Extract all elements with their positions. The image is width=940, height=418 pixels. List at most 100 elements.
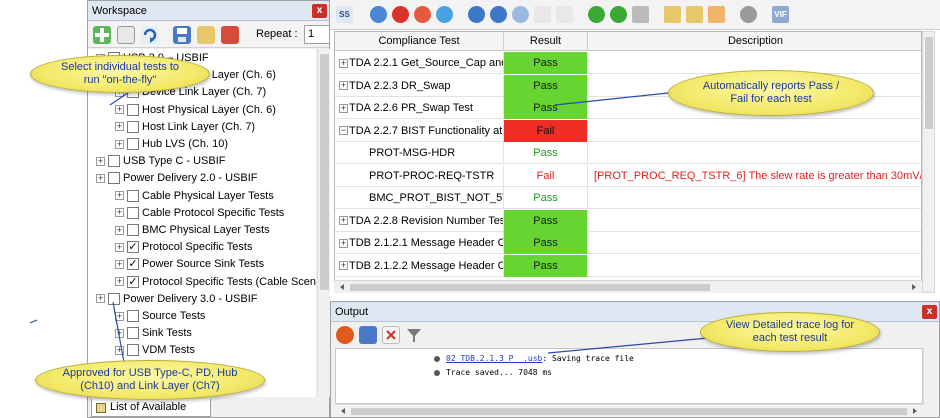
tree-checkbox[interactable] [127, 327, 139, 340]
trace-file-link[interactable]: 02_TDB.2.1.3_P__.usb [446, 354, 542, 363]
record-icon[interactable] [414, 6, 431, 23]
table-row[interactable]: + TDB 2.1.2.2 Message Header Ch Pass [335, 254, 921, 277]
grid-hscrollbar[interactable] [334, 280, 922, 293]
doc-icon[interactable] [686, 6, 703, 23]
expand-icon[interactable]: + [339, 238, 348, 248]
tree-scrollbar-thumb[interactable] [320, 54, 329, 290]
table-row[interactable]: PROT-MSG-HDR Pass [335, 142, 921, 164]
vif-icon[interactable]: VIF [772, 6, 789, 23]
expand-icon[interactable]: + [115, 225, 124, 235]
grid-scrollbar-thumb[interactable] [925, 37, 933, 129]
refresh-icon[interactable] [141, 26, 159, 44]
expand-icon[interactable]: + [115, 105, 124, 115]
tree-checkbox[interactable] [127, 206, 139, 219]
output-hscrollbar[interactable] [335, 404, 923, 417]
expand-icon[interactable]: + [115, 277, 124, 287]
funnel-icon[interactable] [632, 6, 649, 23]
xml-icon[interactable] [708, 6, 725, 23]
stop-icon[interactable] [392, 6, 409, 23]
clear-icon[interactable] [382, 326, 400, 344]
tree-item[interactable]: + ✓ Protocol Specific Tests (Cable Scena [115, 274, 316, 291]
table-row[interactable]: + TDA 2.2.8 Revision Number Tes Pass [335, 209, 921, 232]
expand-icon[interactable]: + [115, 242, 124, 252]
tree-checkbox[interactable] [127, 224, 139, 237]
tree-item[interactable]: + Sink Tests [115, 325, 192, 342]
pause-icon[interactable] [436, 6, 453, 23]
tree-scrollbar[interactable] [317, 49, 330, 397]
scan-icon[interactable] [490, 6, 507, 23]
save-icon[interactable] [359, 326, 377, 344]
tree-checkbox[interactable] [127, 103, 139, 116]
filter-icon[interactable] [405, 326, 423, 344]
tree-item[interactable]: + Power Delivery 2.0 - USBIF [96, 170, 257, 187]
expand-icon[interactable]: + [115, 191, 124, 201]
expand-icon[interactable]: + [96, 156, 105, 166]
edit-icon[interactable] [117, 26, 135, 44]
expand-icon[interactable]: + [96, 294, 105, 304]
tree-checkbox[interactable] [127, 120, 139, 133]
ss-icon[interactable]: SS [336, 6, 353, 23]
tree-checkbox[interactable] [127, 344, 139, 357]
expand-icon[interactable]: + [339, 58, 348, 68]
tree-item[interactable]: + USB Type C - USBIF [96, 153, 226, 170]
delete-icon[interactable] [556, 6, 573, 23]
output-vscrollbar[interactable] [923, 348, 936, 404]
clear-icon[interactable] [534, 6, 551, 23]
expand-icon[interactable]: + [96, 173, 105, 183]
tree-item[interactable]: + Source Tests [115, 308, 205, 325]
tree-checkbox[interactable] [108, 292, 120, 305]
expand-icon[interactable]: + [339, 261, 348, 271]
tree-item[interactable]: + Cable Physical Layer Tests [115, 188, 274, 205]
expand-icon[interactable]: + [339, 81, 348, 91]
play-icon[interactable] [370, 6, 387, 23]
expand-icon[interactable]: + [115, 139, 124, 149]
expand-icon[interactable]: − [339, 126, 348, 136]
grid-vscrollbar[interactable] [922, 31, 935, 293]
report-icon[interactable] [664, 6, 681, 23]
expand-icon[interactable]: + [115, 311, 124, 321]
target-icon[interactable] [468, 6, 485, 23]
expand-icon[interactable]: + [115, 328, 124, 338]
table-row[interactable]: + TDB 2.1.2.1 Message Header Ch Pass [335, 232, 921, 254]
tree-item[interactable]: + Host Link Layer (Ch. 7) [115, 119, 255, 136]
tab-available-tests[interactable]: List of Available Tests [91, 399, 211, 417]
minus-icon[interactable] [610, 6, 627, 23]
tree-item[interactable]: + VDM Tests [115, 342, 195, 359]
col-description[interactable]: Description [588, 32, 921, 51]
gear-icon[interactable] [336, 326, 354, 344]
tree-checkbox[interactable] [127, 310, 139, 323]
workspace-close-button[interactable]: x [312, 4, 327, 18]
tree-item[interactable]: + BMC Physical Layer Tests [115, 222, 270, 239]
col-result[interactable]: Result [504, 32, 588, 51]
table-row[interactable]: BMC_PROT_BIST_NOT_5V_SPass [335, 187, 921, 209]
table-row[interactable]: + TDA 2.2.1 Get_Source_Cap and Pass [335, 52, 921, 74]
table-row[interactable]: − TDA 2.2.7 BIST Functionality at Fail [335, 119, 921, 142]
expand-icon[interactable]: + [115, 345, 124, 355]
tree-checkbox[interactable] [127, 189, 139, 202]
expand-icon[interactable]: + [339, 216, 348, 226]
save-icon[interactable] [173, 26, 191, 44]
tree-checkbox[interactable] [108, 172, 120, 185]
export-icon[interactable] [221, 26, 239, 44]
add-icon[interactable] [93, 26, 111, 44]
tree-checkbox[interactable]: ✓ [127, 258, 139, 271]
tree-item[interactable]: + Cable Protocol Specific Tests [115, 205, 284, 222]
settings-icon[interactable] [740, 6, 757, 23]
table-row[interactable]: PROT-PROC-REQ-TSTR Fail [PROT_PROC_REQ_TST… [335, 164, 921, 187]
tree-checkbox[interactable] [127, 138, 139, 151]
expand-icon[interactable]: + [115, 122, 124, 132]
col-compliance-test[interactable]: Compliance Test [335, 32, 504, 51]
tree-checkbox[interactable] [108, 155, 120, 168]
expand-icon[interactable]: + [115, 259, 124, 269]
open-icon[interactable] [197, 26, 215, 44]
tree-item[interactable]: + Hub LVS (Ch. 10) [115, 136, 228, 153]
expand-icon[interactable]: + [115, 208, 124, 218]
tree-checkbox[interactable]: ✓ [127, 275, 139, 288]
filter-icon[interactable] [512, 6, 529, 23]
tree-item[interactable]: + ✓ Protocol Specific Tests [115, 239, 252, 256]
tree-item[interactable]: + Power Delivery 3.0 - USBIF [96, 291, 257, 308]
tree-item[interactable]: + ✓ Power Source Sink Tests [115, 256, 264, 273]
tree-item[interactable]: + Host Physical Layer (Ch. 6) [115, 102, 276, 119]
repeat-input[interactable]: 1 [304, 25, 330, 44]
output-close-button[interactable]: x [922, 305, 937, 319]
